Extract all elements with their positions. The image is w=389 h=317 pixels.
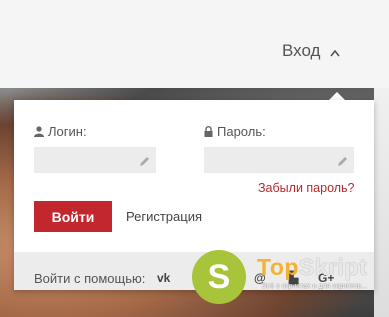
watermark-brand-part2: Skript [298, 254, 368, 280]
password-label-text: Пароль: [217, 124, 266, 139]
password-input[interactable] [204, 147, 354, 173]
chevron-up-icon [330, 49, 341, 58]
pencil-icon [337, 154, 348, 172]
login-input[interactable] [34, 147, 156, 173]
login-label-text: Логин: [48, 124, 87, 139]
watermark-brand: TopSkript [257, 254, 367, 281]
vk-icon[interactable]: vk [157, 271, 170, 285]
login-field-label: Логин: [34, 124, 87, 139]
login-submit-button[interactable]: Войти [34, 201, 112, 232]
forgot-password-link[interactable]: Забыли пароль? [258, 181, 355, 195]
pencil-icon [139, 154, 150, 172]
login-toggle-label: Вход [282, 41, 321, 60]
watermark-brand-part1: Top [257, 254, 299, 280]
watermark-logo-icon: S [192, 250, 246, 304]
lock-icon [204, 126, 213, 137]
social-login-label: Войти с помощью: [34, 271, 146, 286]
user-icon [34, 126, 44, 137]
register-link[interactable]: Регистрация [126, 209, 202, 224]
login-toggle[interactable]: Вход [282, 41, 341, 61]
background-edge [374, 88, 389, 317]
watermark-tagline: Всё о скриптах и для скриптов... [262, 283, 367, 290]
password-field-label: Пароль: [204, 124, 266, 139]
